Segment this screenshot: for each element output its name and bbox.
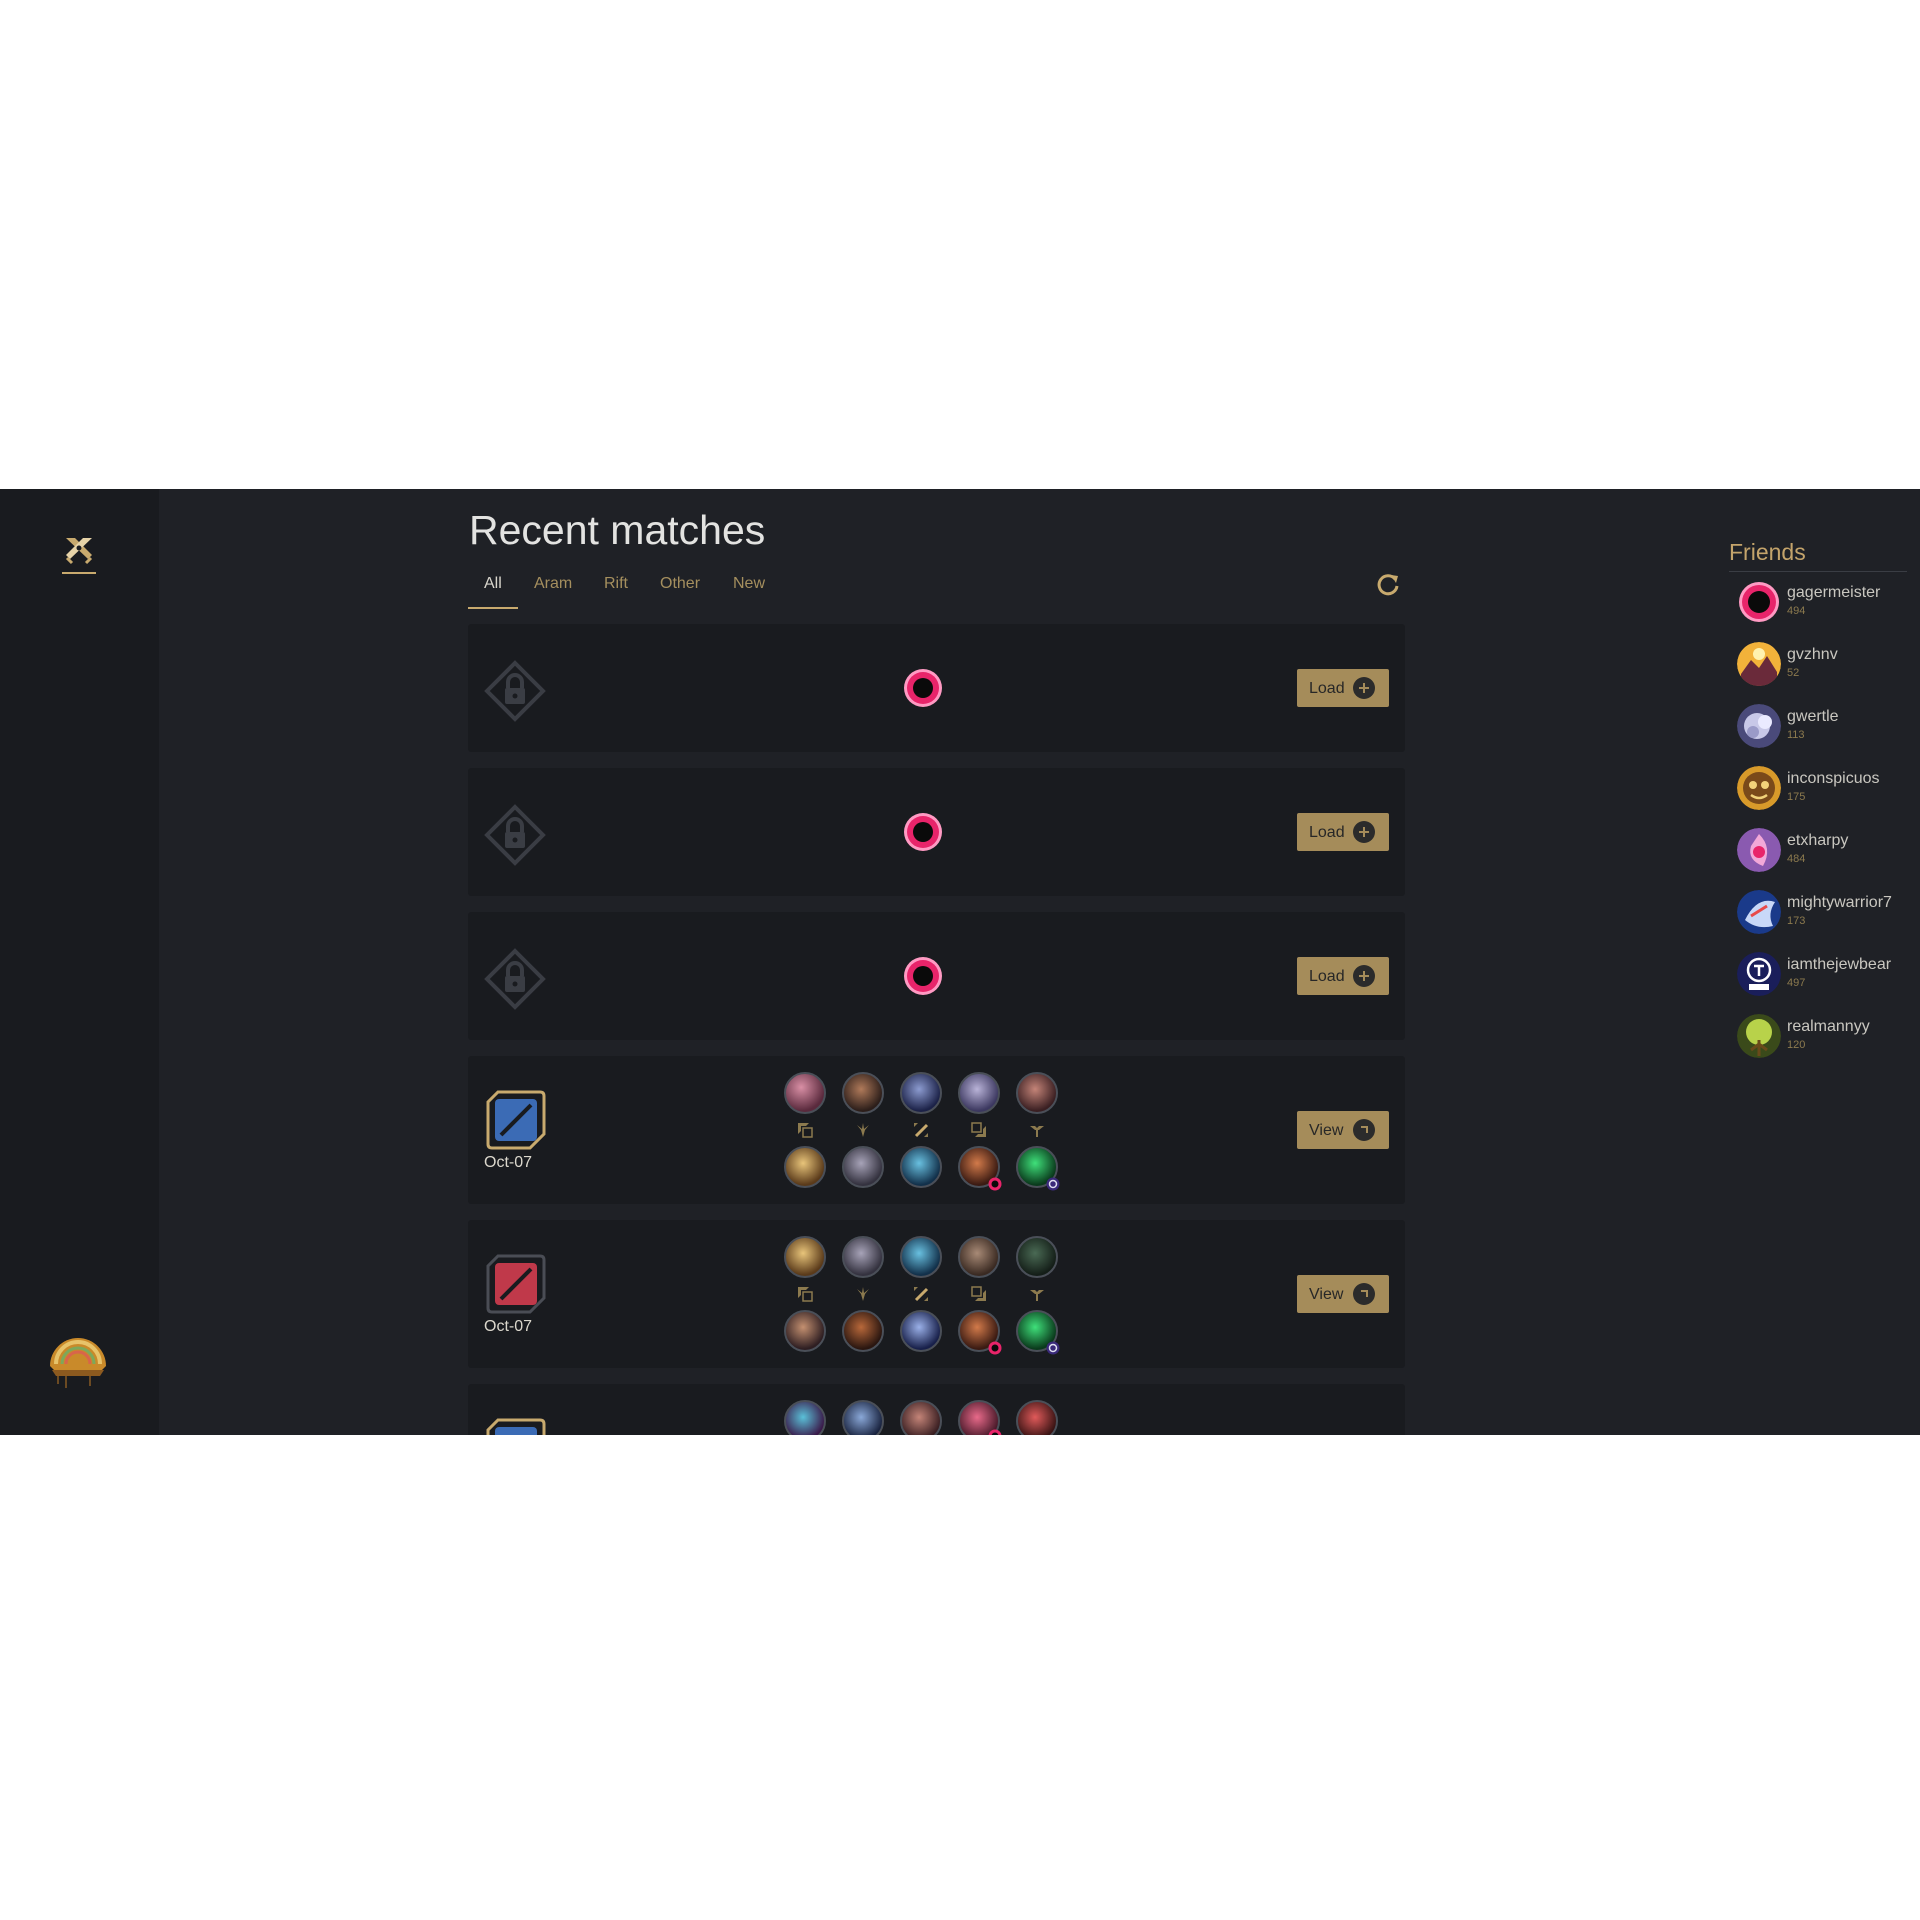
friend-item[interactable]: gagermeister 494 — [1737, 580, 1912, 630]
champion-portrait[interactable] — [842, 1400, 884, 1435]
match-filter-tabs: All Aram Rift Other New — [468, 576, 1408, 609]
tab-aram[interactable]: Aram — [534, 576, 572, 607]
match-date: Oct-07 — [484, 1318, 533, 1335]
champion-portrait[interactable] — [784, 1146, 826, 1188]
sidebar — [0, 489, 159, 1435]
friend-avatar — [1737, 766, 1781, 810]
champion-portrait[interactable] — [842, 1236, 884, 1278]
mid-role-icon — [913, 1286, 929, 1302]
match-card: Load — [468, 912, 1405, 1040]
tab-all[interactable]: All — [484, 576, 502, 607]
match-date: Oct-07 — [484, 1154, 533, 1171]
champion-portrait[interactable] — [900, 1146, 942, 1188]
arrow-circle-icon — [1353, 1119, 1375, 1141]
friends-title: Friends — [1729, 539, 1806, 565]
champion-portrait[interactable] — [900, 1072, 942, 1114]
jungle-role-icon — [855, 1286, 871, 1302]
friend-ring-badge-icon — [988, 1340, 1002, 1355]
champion-portrait[interactable] — [1016, 1400, 1058, 1435]
friend-avatar — [1737, 828, 1781, 872]
locked-match-icon — [484, 804, 546, 866]
champion-portrait[interactable] — [784, 1236, 826, 1278]
active-tab-underline — [468, 607, 518, 609]
plus-circle-icon — [1353, 821, 1375, 843]
plus-circle-icon — [1353, 965, 1375, 987]
plus-circle-icon — [1353, 677, 1375, 699]
player-ring-icon — [901, 666, 945, 710]
champion-portrait[interactable] — [784, 1400, 826, 1435]
view-button[interactable]: View — [1297, 1111, 1389, 1149]
champion-portrait[interactable] — [958, 1072, 1000, 1114]
tab-other[interactable]: Other — [660, 576, 700, 607]
champion-portrait[interactable] — [784, 1310, 826, 1352]
load-button[interactable]: Load — [1297, 813, 1389, 851]
champion-portrait[interactable] — [842, 1146, 884, 1188]
champion-portrait[interactable] — [842, 1072, 884, 1114]
friend-item[interactable]: inconspicuos 175 — [1737, 766, 1912, 816]
match-card — [468, 1384, 1405, 1435]
page-title: Recent matches — [469, 507, 766, 553]
tab-rift[interactable]: Rift — [604, 576, 628, 607]
friend-avatar — [1737, 642, 1781, 686]
friends-panel: Friends gagermeister 494 gvzhnv 52 gwert… — [1729, 539, 1911, 1058]
support-role-icon — [1029, 1286, 1045, 1302]
load-button[interactable]: Load — [1297, 669, 1389, 707]
friend-badge-icon — [1046, 1340, 1060, 1355]
main-content: Recent matches All Aram Rift Other New L… — [468, 489, 1408, 1435]
view-button[interactable]: View — [1297, 1275, 1389, 1313]
friend-avatar — [1737, 704, 1781, 748]
champion-portrait[interactable] — [900, 1310, 942, 1352]
friend-badge-icon — [1046, 1176, 1060, 1191]
champion-portrait[interactable] — [958, 1236, 1000, 1278]
tab-new[interactable]: New — [733, 576, 765, 607]
profile-avatar[interactable] — [46, 1326, 110, 1390]
friend-item[interactable]: realmannyy 120 — [1737, 1014, 1912, 1064]
player-ring-icon — [901, 954, 945, 998]
match-card: Load — [468, 624, 1405, 752]
match-card: Load — [468, 768, 1405, 896]
friend-item[interactable]: etxharpy 484 — [1737, 828, 1912, 878]
queue-type-icon — [484, 1252, 548, 1316]
friend-avatar — [1737, 1014, 1781, 1058]
bottom-role-icon — [971, 1122, 987, 1138]
jungle-role-icon — [855, 1122, 871, 1138]
load-button[interactable]: Load — [1297, 957, 1389, 995]
logo-active-underline — [62, 572, 96, 574]
champion-portrait[interactable] — [1016, 1236, 1058, 1278]
locked-match-icon — [484, 948, 546, 1010]
queue-type-icon — [484, 1416, 548, 1435]
friend-avatar — [1737, 952, 1781, 996]
friend-item[interactable]: gvzhnv 52 — [1737, 642, 1912, 692]
match-card: Oct-07 View — [468, 1056, 1405, 1204]
champion-portrait[interactable] — [900, 1400, 942, 1435]
locked-match-icon — [484, 660, 546, 722]
top-role-icon — [797, 1122, 813, 1138]
player-ring-icon — [901, 810, 945, 854]
app-window: Recent matches All Aram Rift Other New L… — [0, 489, 1920, 1435]
refresh-icon[interactable] — [1375, 572, 1401, 598]
friend-item[interactable]: mightywarrior7 173 — [1737, 890, 1912, 940]
friend-ring-badge-icon — [988, 1176, 1002, 1191]
match-card: Oct-07 View — [468, 1220, 1405, 1368]
friend-avatar — [1737, 890, 1781, 934]
friends-divider — [1729, 571, 1907, 572]
mid-role-icon — [913, 1122, 929, 1138]
bottom-role-icon — [971, 1286, 987, 1302]
champion-portrait[interactable] — [842, 1310, 884, 1352]
support-role-icon — [1029, 1122, 1045, 1138]
friend-avatar — [1737, 580, 1781, 624]
friend-ring-badge-icon — [988, 1428, 1002, 1435]
friend-item[interactable]: iamthejewbear 497 — [1737, 952, 1912, 1002]
crossed-swords-logo-icon[interactable] — [62, 534, 96, 574]
champion-portrait[interactable] — [784, 1072, 826, 1114]
champion-portrait[interactable] — [1016, 1072, 1058, 1114]
top-role-icon — [797, 1286, 813, 1302]
champion-portrait[interactable] — [900, 1236, 942, 1278]
friend-item[interactable]: gwertle 113 — [1737, 704, 1912, 754]
arrow-circle-icon — [1353, 1283, 1375, 1305]
queue-type-icon — [484, 1088, 548, 1152]
